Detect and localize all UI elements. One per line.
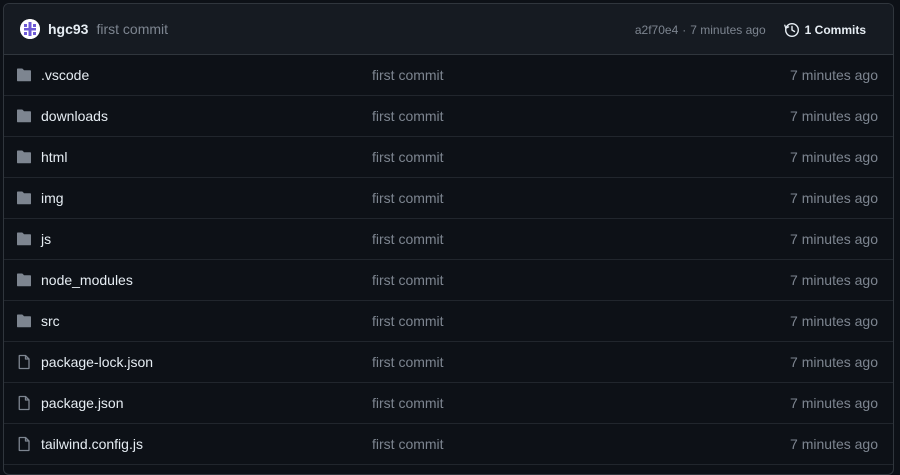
file-commit-message-link[interactable]: first commit — [372, 313, 444, 329]
file-row[interactable]: package-lock.json first commit 7 minutes a… — [4, 342, 893, 383]
file-name-link[interactable]: src — [41, 313, 60, 329]
file-commit-message-link[interactable]: first commit — [372, 395, 444, 411]
file-commit-time: 7 minutes ago — [790, 313, 878, 329]
file-commit-time: 7 minutes ago — [790, 395, 878, 411]
file-row[interactable]: node_modules first commit 7 minutes ago — [4, 260, 893, 301]
file-commit-time: 7 minutes ago — [790, 108, 878, 124]
commit-author[interactable]: hgc93 — [48, 21, 88, 37]
identicon-icon — [20, 19, 40, 39]
file-row[interactable]: src first commit 7 minutes ago — [4, 301, 893, 342]
file-name-link[interactable]: downloads — [41, 108, 108, 124]
file-name-link[interactable]: tailwind.config.js — [41, 436, 143, 452]
file-row[interactable]: downloads first commit 7 minutes ago — [4, 96, 893, 137]
file-browser: hgc93 first commit a2f70e4 · 7 minutes a… — [3, 3, 894, 475]
separator: · — [682, 22, 687, 37]
folder-icon — [16, 231, 32, 247]
file-commit-message-link[interactable]: first commit — [372, 354, 444, 370]
file-commit-time: 7 minutes ago — [790, 272, 878, 288]
file-row[interactable]: package.json first commit 7 minutes ago — [4, 383, 893, 424]
file-name-link[interactable]: package.json — [41, 395, 124, 411]
file-commit-message-link[interactable]: first commit — [372, 272, 444, 288]
folder-icon — [16, 313, 32, 329]
file-commit-message-link[interactable]: first commit — [372, 231, 444, 247]
file-commit-time: 7 minutes ago — [790, 149, 878, 165]
folder-icon — [16, 272, 32, 288]
avatar[interactable] — [20, 19, 40, 39]
folder-icon — [16, 149, 32, 165]
folder-icon — [16, 108, 32, 124]
commits-history-button[interactable]: 1 Commits — [783, 22, 866, 38]
file-commit-time: 7 minutes ago — [790, 354, 878, 370]
file-commit-message-link[interactable]: first commit — [372, 190, 444, 206]
file-name-link[interactable]: package-lock.json — [41, 354, 153, 370]
file-name-link[interactable]: img — [41, 190, 64, 206]
file-commit-message-link[interactable]: first commit — [372, 67, 444, 83]
file-commit-message-link[interactable]: first commit — [372, 436, 444, 452]
file-commit-message-link[interactable]: first commit — [372, 149, 444, 165]
file-commit-time: 7 minutes ago — [790, 190, 878, 206]
file-name-link[interactable]: js — [41, 231, 51, 247]
file-list: .vscode first commit 7 minutes ago download… — [4, 55, 893, 465]
file-commit-message-link[interactable]: first commit — [372, 108, 444, 124]
history-icon — [783, 22, 799, 37]
file-row[interactable]: js first commit 7 minutes ago — [4, 219, 893, 260]
folder-icon — [16, 190, 32, 206]
file-commit-time: 7 minutes ago — [790, 436, 878, 452]
file-icon — [16, 354, 32, 370]
file-commit-time: 7 minutes ago — [790, 67, 878, 83]
file-row[interactable]: html first commit 7 minutes ago — [4, 137, 893, 178]
latest-commit-bar: hgc93 first commit a2f70e4 · 7 minutes a… — [4, 4, 893, 55]
file-row[interactable]: .vscode first commit 7 minutes ago — [4, 55, 893, 96]
file-icon — [16, 436, 32, 452]
commit-time: 7 minutes ago — [690, 22, 766, 37]
commit-sha[interactable]: a2f70e4 — [635, 23, 678, 37]
folder-icon — [16, 67, 32, 83]
file-row[interactable]: img first commit 7 minutes ago — [4, 178, 893, 219]
file-name-link[interactable]: .vscode — [41, 67, 89, 83]
commit-meta: a2f70e4 · 7 minutes ago 1 Commits — [635, 4, 866, 55]
commits-count-label: 1 Commits — [804, 22, 866, 37]
file-icon — [16, 395, 32, 411]
file-commit-time: 7 minutes ago — [790, 231, 878, 247]
file-name-link[interactable]: node_modules — [41, 272, 133, 288]
file-name-link[interactable]: html — [41, 149, 67, 165]
latest-commit-message[interactable]: first commit — [96, 21, 168, 37]
